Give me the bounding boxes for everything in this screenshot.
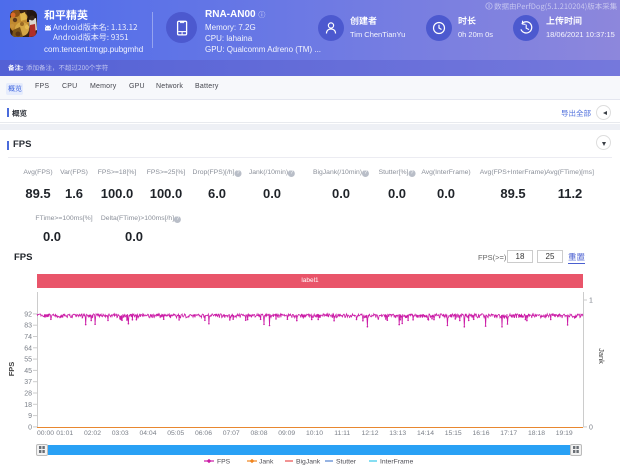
- svg-text:FPS: FPS: [217, 458, 231, 465]
- svg-text:74: 74: [24, 334, 32, 341]
- svg-text:03:03: 03:03: [112, 430, 129, 437]
- svg-text:18:18: 18:18: [528, 430, 545, 437]
- svg-text:19:19: 19:19: [556, 430, 573, 437]
- svg-text:01:01: 01:01: [56, 430, 73, 437]
- svg-text:45: 45: [24, 368, 32, 375]
- svg-text:08:08: 08:08: [250, 430, 267, 437]
- svg-text:92: 92: [24, 311, 32, 318]
- svg-text:64: 64: [24, 345, 32, 352]
- svg-text:15:15: 15:15: [445, 430, 462, 437]
- svg-text:18: 18: [24, 402, 32, 409]
- svg-text:0: 0: [589, 424, 593, 431]
- svg-text:06:06: 06:06: [195, 430, 212, 437]
- svg-text:1: 1: [589, 298, 593, 305]
- svg-text:07:07: 07:07: [223, 430, 240, 437]
- svg-text:83: 83: [24, 323, 32, 330]
- svg-text:FPS: FPS: [7, 362, 16, 377]
- svg-text:Jank: Jank: [259, 458, 274, 465]
- svg-text:12:12: 12:12: [361, 430, 378, 437]
- svg-text:16:16: 16:16: [472, 430, 489, 437]
- svg-text:14:14: 14:14: [417, 430, 434, 437]
- svg-text:37: 37: [24, 379, 32, 386]
- svg-text:02:02: 02:02: [84, 430, 101, 437]
- svg-text:13:13: 13:13: [389, 430, 406, 437]
- svg-text:00:00: 00:00: [37, 430, 54, 437]
- svg-text:09:09: 09:09: [278, 430, 295, 437]
- svg-text:BigJank: BigJank: [296, 458, 321, 465]
- svg-text:17:17: 17:17: [500, 430, 517, 437]
- svg-text:Jank: Jank: [597, 348, 606, 364]
- svg-text:0: 0: [28, 424, 32, 431]
- svg-text:9: 9: [28, 413, 32, 420]
- svg-text:11:11: 11:11: [334, 430, 350, 437]
- svg-text:InterFrame: InterFrame: [380, 458, 413, 465]
- svg-text:05:05: 05:05: [167, 430, 184, 437]
- svg-text:10:10: 10:10: [306, 430, 323, 437]
- svg-text:04:04: 04:04: [139, 430, 156, 437]
- svg-text:55: 55: [24, 357, 32, 364]
- svg-text:28: 28: [24, 391, 32, 398]
- svg-text:Stutter: Stutter: [336, 458, 357, 465]
